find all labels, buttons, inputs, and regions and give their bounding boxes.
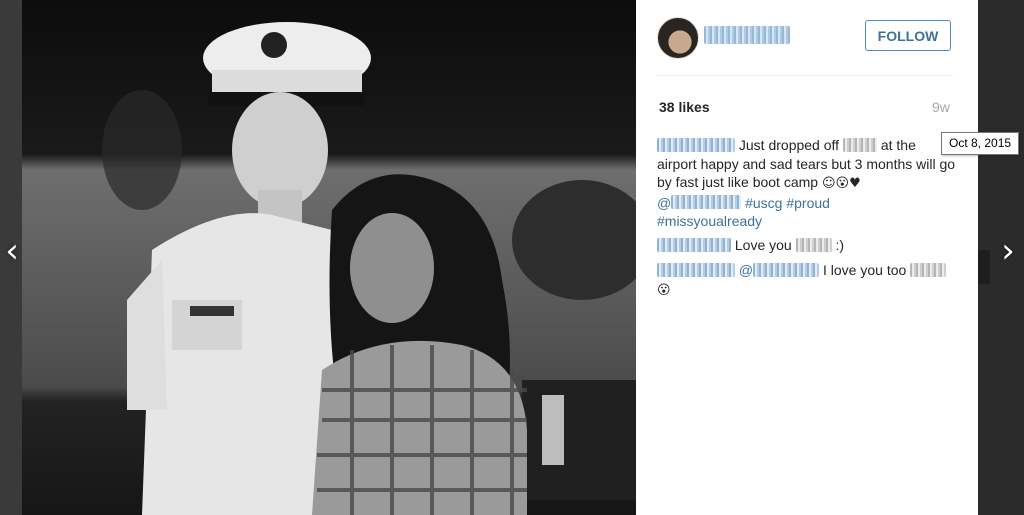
next-post-arrow-icon[interactable]: ›	[996, 234, 1020, 268]
caption-comment: Just dropped off at the airport happy an…	[657, 136, 957, 231]
comment-text-end: :)	[835, 237, 845, 253]
comment-text: Love you	[734, 237, 792, 253]
timestamp-tooltip: Oct 8, 2015	[941, 132, 1020, 155]
mention-at[interactable]: @	[739, 262, 753, 278]
follow-button[interactable]: FOLLOW	[865, 20, 951, 51]
hashtag-uscg[interactable]: #uscg	[745, 195, 782, 211]
likes-count[interactable]: 38 likes	[659, 99, 710, 115]
mention-redacted[interactable]	[753, 262, 820, 277]
name-redacted	[842, 137, 877, 152]
comment-item: Love you :)	[657, 236, 957, 255]
mention-at[interactable]: @	[657, 195, 671, 211]
previous-post-arrow-icon[interactable]: ‹	[0, 234, 24, 268]
avatar[interactable]	[657, 17, 699, 59]
caption-text-a: Just dropped off	[738, 137, 840, 153]
post-age[interactable]: 9w	[932, 99, 950, 115]
comment-emoji: 😮	[657, 282, 671, 298]
post-photo	[22, 0, 636, 515]
photo-image	[22, 0, 636, 515]
name-redacted	[795, 237, 832, 252]
commenter-redacted[interactable]	[657, 237, 731, 252]
caption-emojis: ☺😮♥	[821, 176, 861, 191]
hashtag-proud[interactable]: #proud	[786, 195, 830, 211]
comment-text: I love you too	[823, 262, 907, 278]
hashtag-missyoualready[interactable]: #missyoualready	[657, 213, 762, 229]
post-header: FOLLOW	[636, 0, 978, 76]
username-redacted[interactable]	[704, 26, 790, 44]
name-redacted	[910, 262, 947, 277]
mention-redacted[interactable]	[671, 195, 742, 210]
commenter-redacted[interactable]	[657, 137, 735, 152]
header-divider	[657, 75, 953, 76]
post-sidebar: FOLLOW 38 likes 9w Just dropped off at t…	[636, 0, 978, 515]
post-modal: FOLLOW 38 likes 9w Just dropped off at t…	[22, 0, 978, 515]
comment-item: @ I love you too 😮	[657, 261, 957, 300]
commenter-redacted[interactable]	[657, 262, 735, 277]
